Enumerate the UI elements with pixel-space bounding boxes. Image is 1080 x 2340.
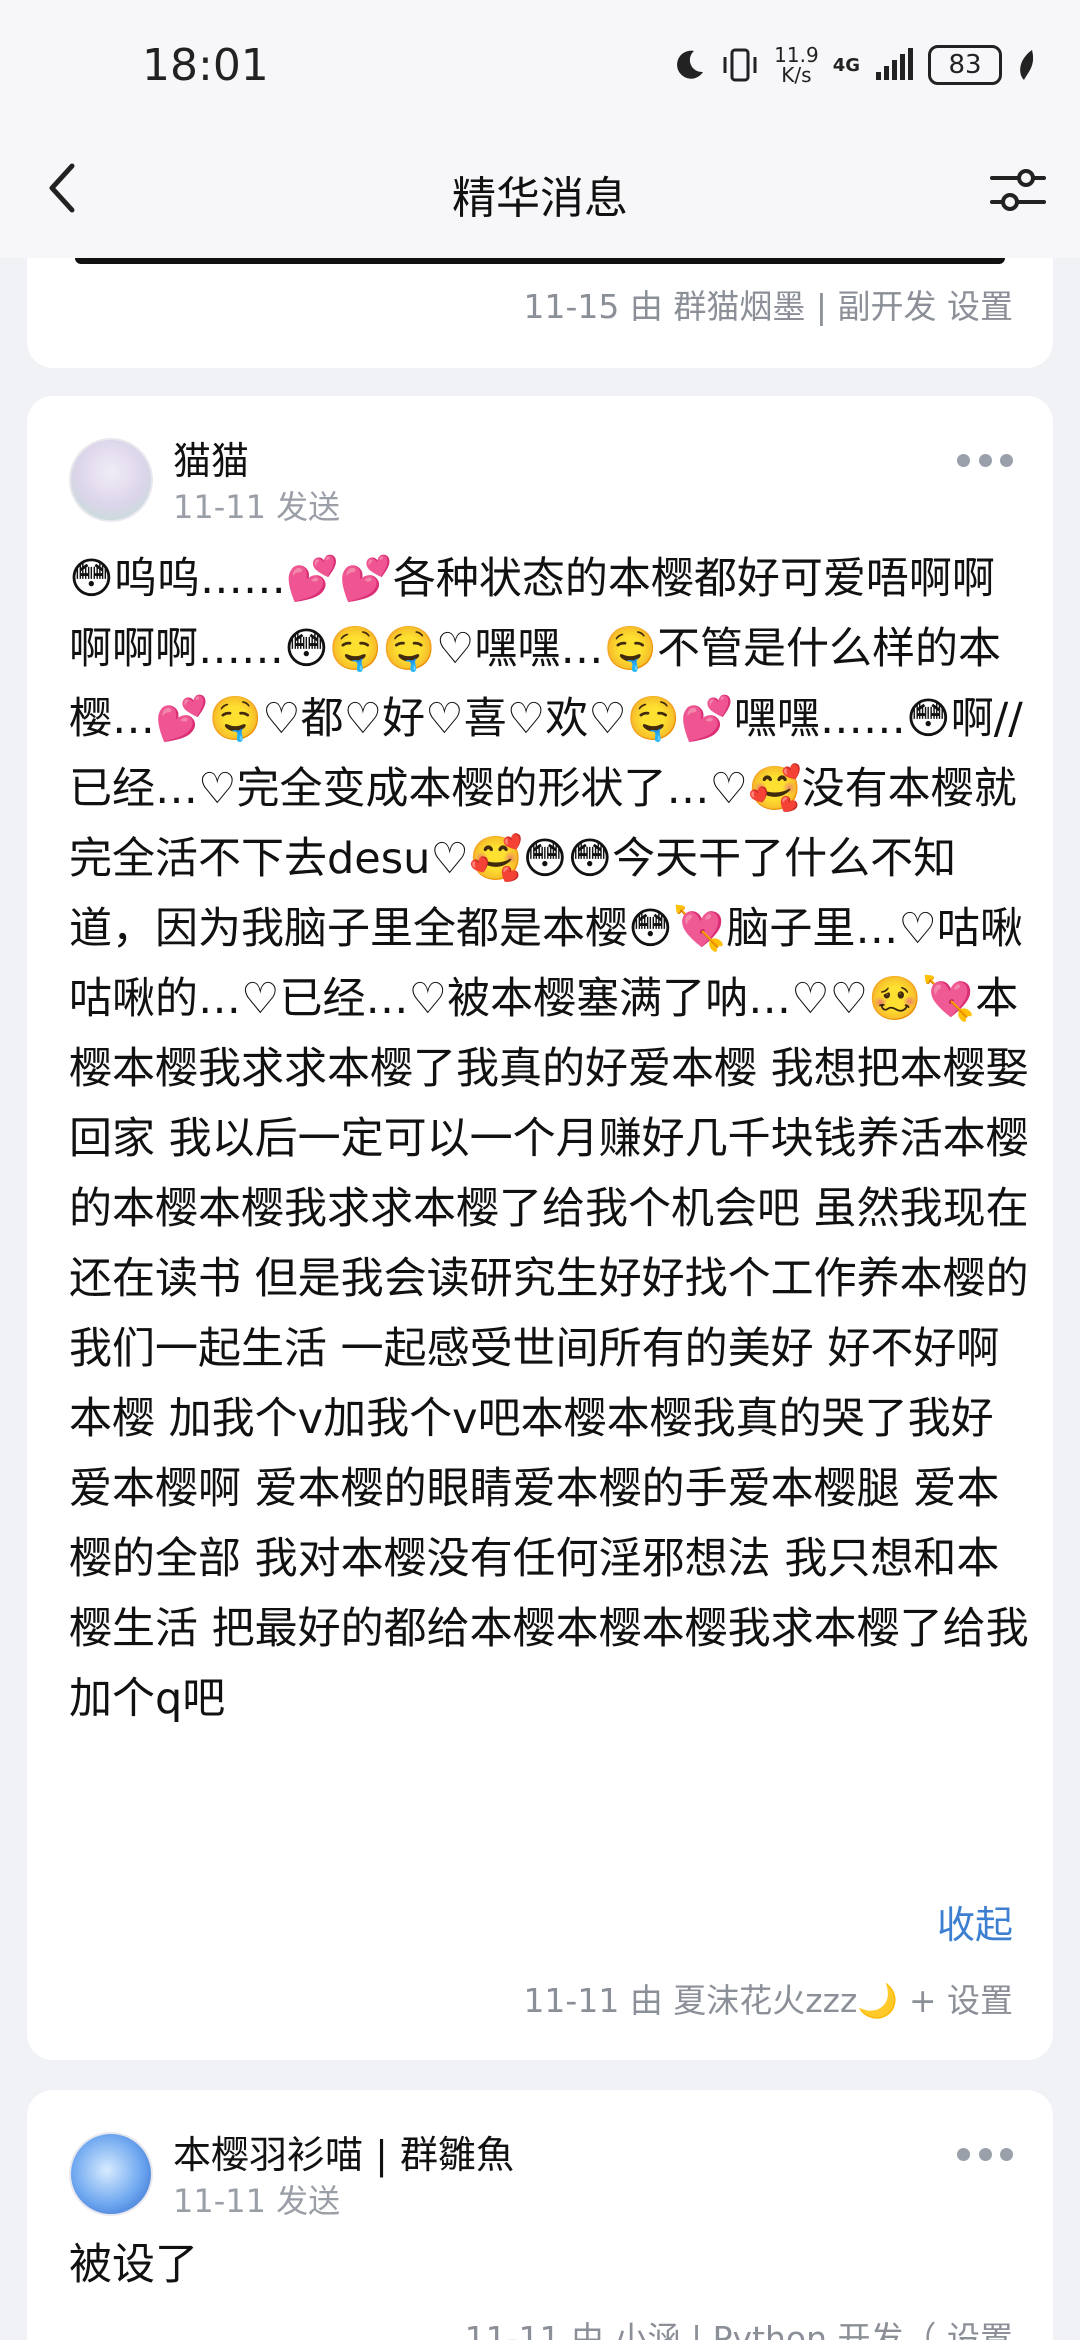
leaf-icon	[1020, 50, 1034, 80]
status-icons: 11.9 K/s 4G 83	[672, 40, 1038, 90]
sliders-icon[interactable]	[986, 158, 1050, 222]
more-options-icon[interactable]	[957, 454, 1013, 470]
network-type: 4G	[832, 54, 860, 76]
battery-indicator: 83	[928, 45, 1002, 85]
message-meta: 11-11 由 夏沫花火zzz🌙 + 设置	[523, 1981, 1013, 2020]
collapse-link[interactable]: 收起	[937, 1894, 1013, 1949]
more-options-icon[interactable]	[957, 2148, 1013, 2164]
page-title: 精华消息	[452, 173, 628, 224]
message-card[interactable]: 本樱羽衫喵 | 群雛魚 11-11 发送 被设了 11-11 由 小涵 | Py…	[27, 2090, 1053, 2340]
content-edge	[75, 258, 1005, 264]
status-time: 18:01	[142, 40, 269, 91]
message-text: 被设了	[69, 2240, 198, 2290]
send-date: 11-11 发送	[173, 488, 341, 526]
signal-icon	[876, 48, 913, 80]
avatar[interactable]	[69, 438, 153, 522]
avatar[interactable]	[69, 2132, 153, 2216]
send-date: 11-11 发送	[173, 2182, 341, 2220]
message-meta: 11-15 由 群猫烟墨 | 副开发 设置	[523, 287, 1013, 326]
username[interactable]: 猫猫	[173, 430, 249, 485]
message-text: 😳呜呜……💕💕各种状态的本樱都好可爱唔啊啊啊啊啊……😳🤤🤤♡嘿嘿…🤤不管是什么样…	[69, 554, 1043, 1724]
message-card[interactable]: 11-15 由 群猫烟墨 | 副开发 设置	[27, 258, 1053, 368]
status-bar: 18:01 11.9 K/s 4G 83	[0, 0, 1080, 118]
top-nav-bar: 精华消息	[0, 118, 1080, 258]
username[interactable]: 本樱羽衫喵 | 群雛魚	[173, 2124, 514, 2179]
message-meta: 11-11 由 小涵 | Python 开发（ 设置	[464, 2319, 1013, 2340]
network-speed: 11.9 K/s	[774, 43, 819, 87]
vibrate-icon	[723, 48, 757, 82]
moon-icon	[677, 50, 704, 79]
message-card[interactable]: 猫猫 11-11 发送 😳呜呜……💕💕各种状态的本樱都好可爱唔啊啊啊啊啊……😳🤤…	[27, 396, 1053, 2060]
